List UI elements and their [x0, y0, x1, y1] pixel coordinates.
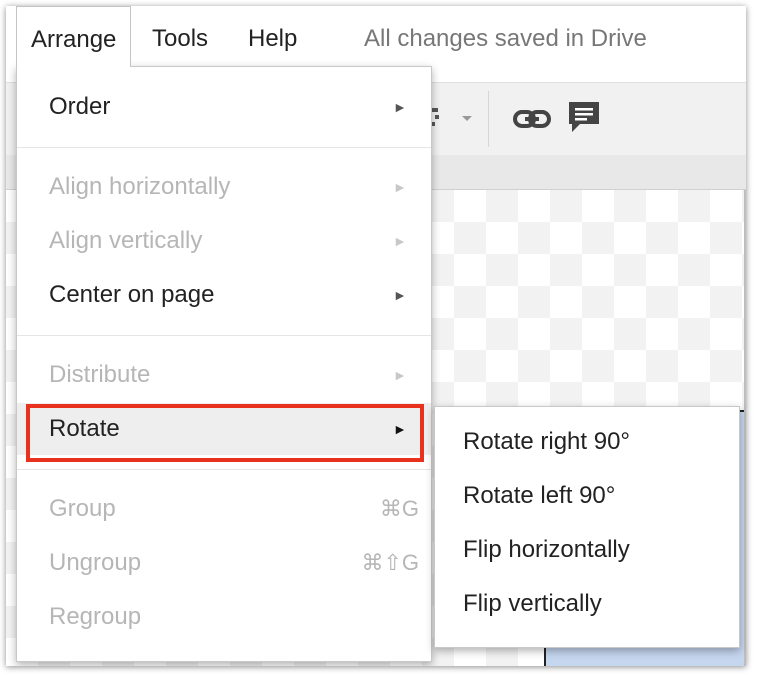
- submenu-arrow-icon: ►: [393, 99, 407, 115]
- submenu-item-flip-vertically[interactable]: Flip vertically: [435, 577, 739, 631]
- menu-item-order[interactable]: Order ►: [17, 81, 431, 133]
- submenu-arrow-icon: ►: [393, 367, 407, 383]
- menu-item-label: Order: [49, 93, 111, 120]
- menu-item-center-on-page[interactable]: Center on page ►: [17, 269, 431, 321]
- comment-icon[interactable]: [566, 99, 602, 135]
- align-dropdown-caret-icon[interactable]: [462, 116, 472, 121]
- menu-item-label: Ungroup: [49, 549, 142, 576]
- shortcut-label: ⌘⇧G: [361, 550, 419, 575]
- highlight-box: [26, 404, 424, 462]
- submenu-arrow-icon: ►: [393, 233, 407, 249]
- link-icon[interactable]: [512, 105, 552, 133]
- arrange-menu: Order ► Align horizontally ► Align verti…: [16, 66, 432, 662]
- rotate-submenu: Rotate right 90° Rotate left 90° Flip ho…: [434, 406, 740, 648]
- submenu-item-rotate-left[interactable]: Rotate left 90°: [435, 469, 739, 523]
- menu-tools[interactable]: Tools: [138, 6, 222, 72]
- menu-divider: [17, 147, 431, 148]
- menu-help[interactable]: Help: [234, 6, 311, 72]
- menu-divider: [17, 335, 431, 336]
- menu-item-label: Regroup: [49, 603, 142, 630]
- menu-item-distribute: Distribute ►: [17, 349, 431, 401]
- submenu-item-label: Rotate right 90°: [463, 428, 631, 455]
- menu-arrange[interactable]: Arrange: [16, 6, 132, 67]
- toolbar-divider: [488, 91, 489, 147]
- menu-item-label: Align vertically: [49, 227, 203, 254]
- menu-item-label: Center on page: [49, 281, 215, 308]
- menu-divider: [17, 469, 431, 470]
- canvas-scrollbar[interactable]: [744, 190, 746, 666]
- menu-item-label: Distribute: [49, 361, 151, 388]
- submenu-arrow-icon: ►: [393, 179, 407, 195]
- submenu-item-rotate-right[interactable]: Rotate right 90°: [435, 415, 739, 469]
- menu-item-label: Align horizontally: [49, 173, 231, 200]
- submenu-arrow-icon: ►: [393, 287, 407, 303]
- menu-item-align-vertically: Align vertically ►: [17, 215, 431, 267]
- menu-item-align-horizontally: Align horizontally ►: [17, 161, 431, 213]
- menu-item-group: Group ⌘G: [17, 483, 431, 535]
- submenu-item-label: Flip vertically: [463, 590, 602, 617]
- submenu-item-label: Rotate left 90°: [463, 482, 616, 509]
- save-status: All changes saved in Drive: [364, 25, 647, 52]
- submenu-item-flip-horizontally[interactable]: Flip horizontally: [435, 523, 739, 577]
- shortcut-label: ⌘G: [379, 496, 419, 521]
- app-window: Arrange Tools Help All changes saved in …: [6, 6, 746, 666]
- submenu-item-label: Flip horizontally: [463, 536, 630, 563]
- menu-item-label: Group: [49, 495, 116, 522]
- menu-item-ungroup: Ungroup ⌘⇧G: [17, 537, 431, 589]
- menu-item-regroup: Regroup: [17, 591, 431, 643]
